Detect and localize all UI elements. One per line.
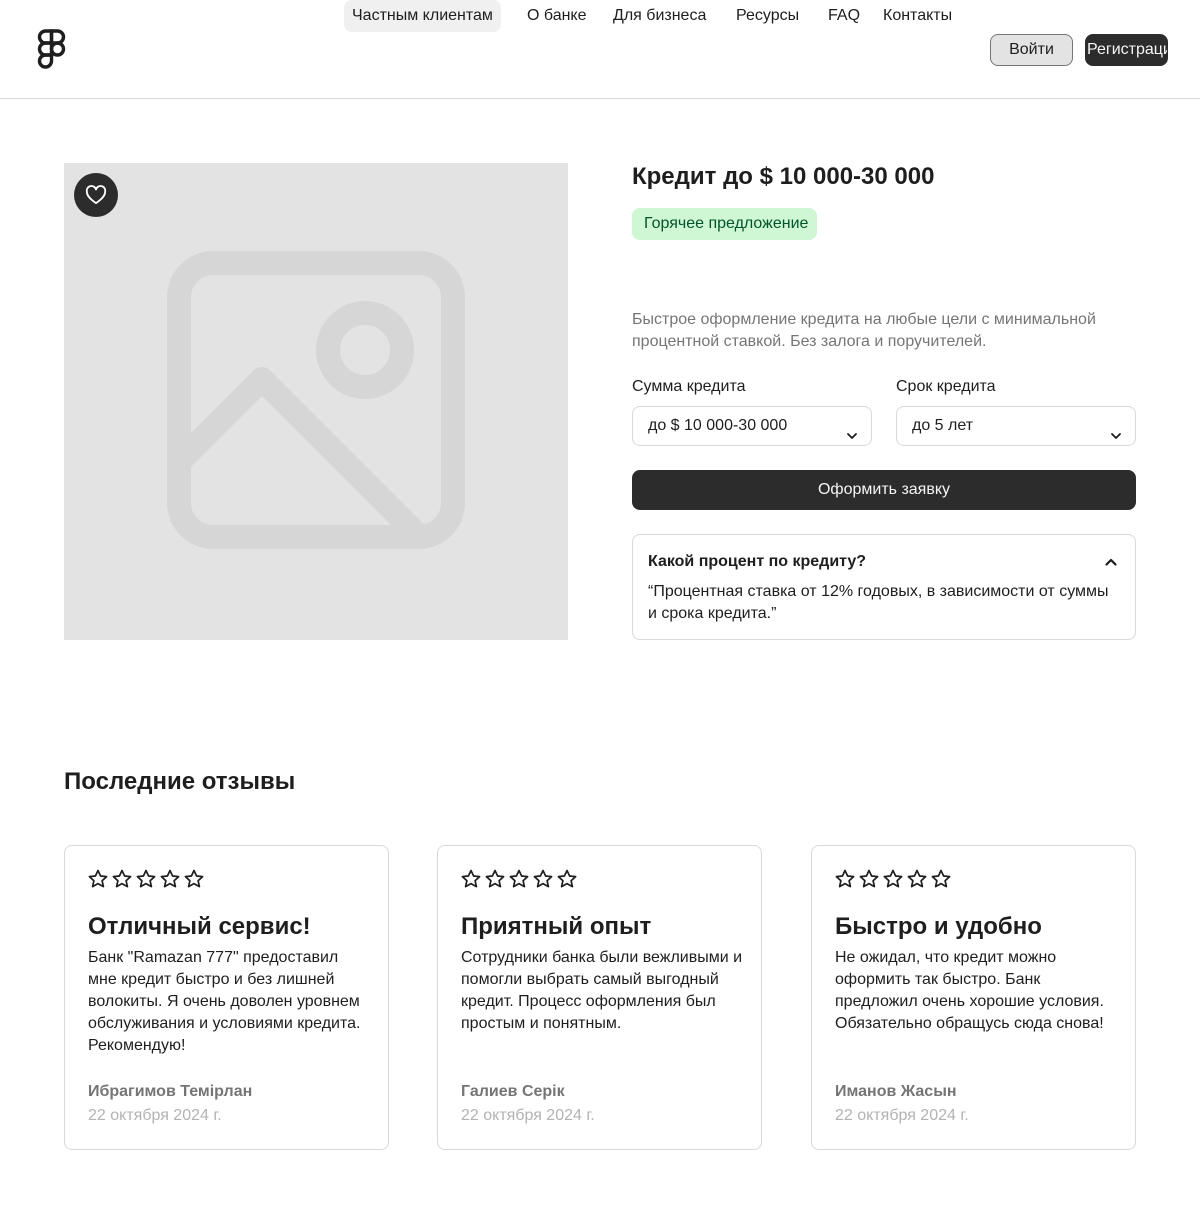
review-title: Приятный опыт (461, 913, 652, 940)
chevron-down-icon (845, 420, 859, 458)
nav-item-resources[interactable]: Ресурсы (728, 0, 807, 32)
star-icon (112, 869, 132, 894)
review-author: Галиев Серік (461, 1083, 565, 1100)
star-icon (509, 869, 529, 894)
review-card: Быстро и удобно Не ожидал, что кредит мо… (811, 845, 1136, 1150)
review-title: Отличный сервис! (88, 913, 311, 940)
heart-icon (85, 185, 107, 205)
term-select[interactable]: до 5 лет (896, 406, 1136, 446)
hot-offer-tag: Горячее предложение (632, 208, 818, 240)
nav-item-faq[interactable]: FAQ (820, 0, 868, 32)
nav-item-contacts[interactable]: Контакты (875, 0, 960, 32)
reviews-heading: Последние отзывы (64, 768, 296, 795)
favorite-button[interactable] (74, 173, 118, 217)
star-icon (883, 869, 903, 894)
faq-accordion: Какой процент по кредиту? “Процентная ст… (632, 534, 1136, 640)
review-text: Сотрудники банка были вежливыми и помогл… (461, 949, 743, 1032)
star-icon (931, 869, 951, 894)
site-header: Частным клиентам О банке Для бизнеса Рес… (0, 0, 1200, 99)
review-card: Отличный сервис! Банк "Ramazan 777" пред… (64, 845, 389, 1150)
register-button[interactable]: Регистрация (1085, 34, 1168, 66)
review-text: Банк "Ramazan 777" предоставил мне креди… (88, 949, 361, 1054)
review-date: 22 октября 2024 г. (88, 1107, 222, 1124)
amount-label: Сумма кредита (632, 378, 746, 395)
chevron-down-icon (1109, 420, 1123, 458)
star-icon (557, 869, 577, 894)
star-icon (160, 869, 180, 894)
term-select-value: до 5 лет (912, 417, 974, 434)
figma-logo-icon[interactable] (37, 29, 67, 69)
star-icon (184, 869, 204, 894)
star-rating (835, 869, 951, 894)
term-label: Срок кредита (896, 378, 996, 395)
review-date: 22 октября 2024 г. (835, 1107, 969, 1124)
image-placeholder-icon (167, 251, 467, 556)
amount-select-value: до $ 10 000-30 000 (648, 417, 788, 434)
star-rating (88, 869, 204, 894)
star-icon (859, 869, 879, 894)
star-icon (136, 869, 156, 894)
nav-item-private-clients[interactable]: Частным клиентам (344, 0, 501, 32)
star-icon (533, 869, 553, 894)
star-icon (835, 869, 855, 894)
product-description: Быстрое оформление кредита на любые цели… (632, 311, 1096, 350)
star-icon (907, 869, 927, 894)
chevron-up-icon[interactable] (1104, 555, 1118, 574)
star-icon (461, 869, 481, 894)
login-button[interactable]: Войти (990, 34, 1073, 66)
star-icon (88, 869, 108, 894)
star-rating (461, 869, 577, 894)
product-title: Кредит до $ 10 000-30 000 (632, 163, 935, 190)
star-icon (485, 869, 505, 894)
product-image (64, 163, 568, 640)
apply-button[interactable]: Оформить заявку (632, 470, 1136, 510)
faq-answer: “Процентная ставка от 12% годовых, в зав… (648, 583, 1109, 622)
review-title: Быстро и удобно (835, 913, 1042, 940)
review-author: Ибрагимов Темірлан (88, 1083, 253, 1100)
faq-question[interactable]: Какой процент по кредиту? (648, 551, 866, 573)
review-card: Приятный опыт Сотрудники банка были вежл… (437, 845, 762, 1150)
review-date: 22 октября 2024 г. (461, 1107, 595, 1124)
amount-select[interactable]: до $ 10 000-30 000 (632, 406, 872, 446)
nav-item-business[interactable]: Для бизнеса (605, 0, 714, 32)
review-author: Иманов Жасын (835, 1083, 957, 1100)
review-text: Не ожидал, что кредит можно оформить так… (835, 949, 1104, 1032)
nav-item-about-bank[interactable]: О банке (519, 0, 595, 32)
